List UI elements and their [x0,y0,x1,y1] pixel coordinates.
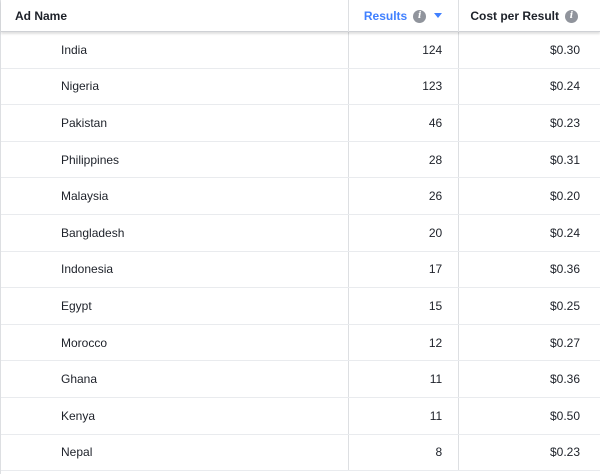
table-row[interactable]: Ghana 11 $0.36 [1,361,600,398]
ad-name-cell: Malaysia [1,178,350,214]
ad-name-cell: Kenya [1,397,350,434]
cost-cell: $0.25 [549,298,580,313]
ad-name-cell: Indonesia [1,251,350,288]
column-header-cost-per-result[interactable]: Cost per Result i [459,0,600,32]
results-cell: 124 [349,32,460,68]
info-icon[interactable]: i [565,9,579,23]
results-cell: 46 [349,105,460,141]
ad-name-cell: Nigeria [1,68,350,105]
info-icon[interactable]: i [413,9,427,23]
results-cell: 123 [349,68,460,105]
cost-cell: $0.27 [549,335,580,350]
ad-name-cell: Egypt [1,288,350,324]
ad-name-cell: Morocco [1,324,350,361]
table-row[interactable]: Nepal 8 $0.23 [1,434,600,472]
ad-name-cell: Pakistan [1,105,350,141]
column-header-ad-name[interactable]: Ad Name [1,0,350,32]
table-body: India 124 $0.30 Nigeria 123 $0.24 Pakist… [1,32,600,472]
table-row[interactable]: Morocco 12 $0.27 [1,324,600,362]
column-header-ad-name-label: Ad Name [15,9,68,23]
table-row[interactable]: Kenya 11 $0.50 [1,397,600,435]
cost-cell: $0.36 [549,372,580,387]
results-cell: 28 [349,141,460,178]
table-row[interactable]: Egypt 15 $0.25 [1,288,600,325]
sort-descending-icon[interactable] [434,13,443,18]
table-row[interactable]: Malaysia 26 $0.20 [1,178,600,215]
results-cell: 26 [349,178,460,214]
cost-cell: $0.24 [549,79,580,94]
cost-cell: $0.31 [549,152,580,167]
table-row[interactable]: Indonesia 17 $0.36 [1,251,600,289]
table-row[interactable]: Bangladesh 20 $0.24 [1,214,600,252]
cost-cell: $0.50 [549,408,580,423]
results-cell: 17 [349,251,460,288]
results-cell: 11 [349,361,460,397]
cost-cell: $0.23 [549,445,580,460]
ads-results-table: Ad Name Results i Cost per Result i Indi… [0,0,600,474]
ad-name-cell: Nepal [1,434,350,471]
cost-cell: $0.20 [549,189,580,204]
ad-name-cell: Philippines [1,141,350,178]
results-cell: 8 [349,434,460,471]
column-header-cost-label: Cost per Result [470,9,560,23]
column-header-results-label: Results [363,9,408,23]
cost-cell: $0.36 [549,262,580,277]
results-cell: 15 [349,288,460,324]
table-row[interactable]: Philippines 28 $0.31 [1,141,600,179]
table-row[interactable]: Nigeria 123 $0.24 [1,68,600,106]
column-header-results[interactable]: Results i [349,0,460,32]
results-cell: 12 [349,324,460,361]
table-header: Ad Name Results i Cost per Result i [1,0,600,32]
table-row[interactable]: Pakistan 46 $0.23 [1,105,600,142]
cost-cell: $0.30 [549,42,580,57]
ad-name-cell: Bangladesh [1,214,350,251]
results-cell: 11 [349,397,460,434]
cost-cell: $0.23 [549,115,580,130]
results-cell: 20 [349,214,460,251]
table-row[interactable]: India 124 $0.30 [1,32,600,69]
ad-name-cell: India [1,32,350,68]
ad-name-cell: Ghana [1,361,350,397]
cost-cell: $0.24 [549,225,580,240]
